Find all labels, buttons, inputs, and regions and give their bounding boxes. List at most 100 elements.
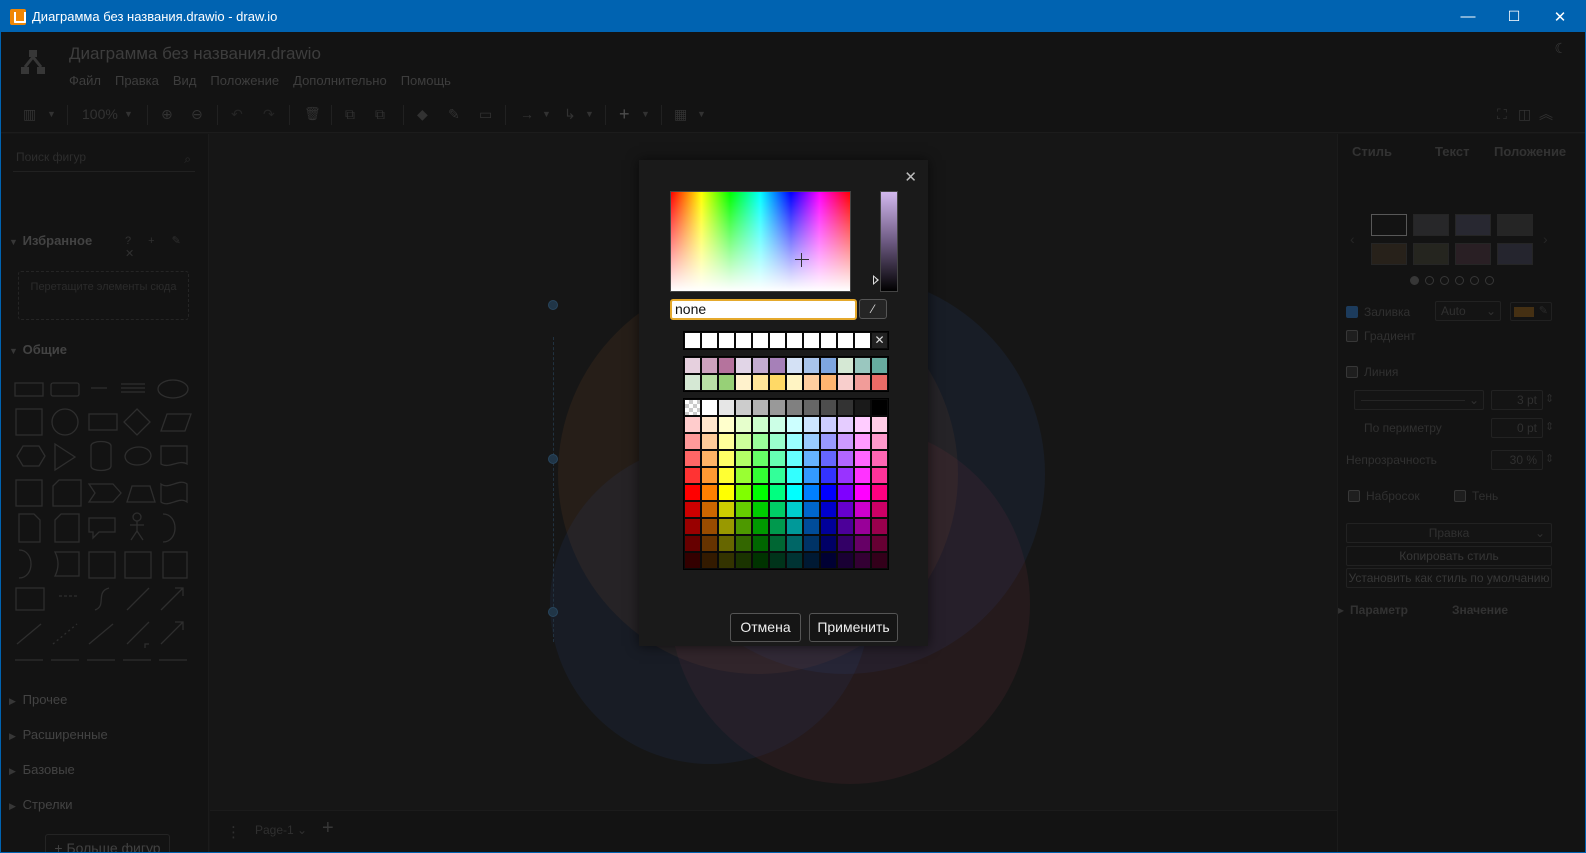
- picker-crosshair-icon[interactable]: [795, 253, 809, 267]
- recent-color-swatch[interactable]: [718, 332, 735, 349]
- palette-color-swatch[interactable]: [820, 416, 837, 433]
- palette-color-swatch[interactable]: [718, 467, 735, 484]
- palette-color-swatch[interactable]: [735, 552, 752, 569]
- cancel-button[interactable]: Отмена: [730, 613, 801, 642]
- palette-color-swatch[interactable]: [769, 552, 786, 569]
- palette-color-swatch[interactable]: [718, 501, 735, 518]
- palette-color-swatch[interactable]: [701, 501, 718, 518]
- maximize-button[interactable]: ☐: [1491, 1, 1537, 32]
- palette-color-swatch[interactable]: [854, 467, 871, 484]
- palette-color-swatch[interactable]: [837, 535, 854, 552]
- palette-color-swatch[interactable]: [854, 399, 871, 416]
- palette-color-swatch[interactable]: [871, 433, 888, 450]
- palette-color-swatch[interactable]: [701, 416, 718, 433]
- recent-color-swatch[interactable]: [803, 332, 820, 349]
- palette-color-swatch[interactable]: [786, 518, 803, 535]
- palette-color-swatch[interactable]: [752, 399, 769, 416]
- palette-color-swatch[interactable]: [752, 416, 769, 433]
- clear-color-icon[interactable]: ✕: [871, 332, 888, 349]
- palette-color-swatch[interactable]: [701, 535, 718, 552]
- palette-color-swatch[interactable]: [735, 416, 752, 433]
- palette-color-swatch[interactable]: [820, 467, 837, 484]
- palette-color-swatch[interactable]: [837, 484, 854, 501]
- palette-color-swatch[interactable]: [718, 535, 735, 552]
- color-hex-input[interactable]: none: [670, 299, 857, 320]
- palette-color-swatch[interactable]: [820, 433, 837, 450]
- palette-color-swatch[interactable]: [735, 484, 752, 501]
- palette-color-swatch[interactable]: [735, 501, 752, 518]
- palette-color-swatch[interactable]: [871, 416, 888, 433]
- palette-color-swatch[interactable]: [854, 535, 871, 552]
- palette-color-swatch[interactable]: [786, 450, 803, 467]
- preset-color-swatch[interactable]: [752, 374, 769, 391]
- palette-color-swatch[interactable]: [752, 518, 769, 535]
- brightness-slider-handle-icon[interactable]: [873, 275, 879, 285]
- palette-color-swatch[interactable]: [718, 450, 735, 467]
- palette-color-swatch[interactable]: [718, 399, 735, 416]
- palette-color-swatch[interactable]: [769, 399, 786, 416]
- recent-color-swatch[interactable]: [820, 332, 837, 349]
- palette-color-swatch[interactable]: [752, 450, 769, 467]
- palette-colors-grid[interactable]: [683, 398, 889, 570]
- palette-color-swatch[interactable]: [786, 501, 803, 518]
- palette-color-swatch[interactable]: [769, 535, 786, 552]
- palette-color-swatch[interactable]: [820, 399, 837, 416]
- palette-color-swatch[interactable]: [854, 416, 871, 433]
- palette-color-swatch[interactable]: [803, 484, 820, 501]
- color-saturation-picker[interactable]: [670, 191, 851, 292]
- palette-color-swatch[interactable]: [769, 416, 786, 433]
- palette-color-swatch[interactable]: [820, 518, 837, 535]
- preset-color-swatch[interactable]: [871, 357, 888, 374]
- palette-color-swatch[interactable]: [701, 450, 718, 467]
- palette-color-swatch[interactable]: [803, 552, 820, 569]
- palette-color-swatch[interactable]: [735, 518, 752, 535]
- brightness-slider[interactable]: [880, 191, 898, 292]
- palette-color-swatch[interactable]: [752, 484, 769, 501]
- recent-color-swatch[interactable]: [837, 332, 854, 349]
- palette-color-swatch[interactable]: [803, 450, 820, 467]
- palette-color-swatch[interactable]: [769, 450, 786, 467]
- preset-color-swatch[interactable]: [786, 357, 803, 374]
- preset-color-swatch[interactable]: [735, 374, 752, 391]
- palette-color-swatch[interactable]: [701, 518, 718, 535]
- preset-color-swatch[interactable]: [803, 357, 820, 374]
- palette-color-swatch[interactable]: [769, 433, 786, 450]
- palette-color-swatch[interactable]: [820, 450, 837, 467]
- preset-colors-grid[interactable]: [683, 356, 889, 392]
- palette-color-swatch[interactable]: [786, 552, 803, 569]
- palette-color-swatch[interactable]: [735, 450, 752, 467]
- palette-color-swatch[interactable]: [752, 433, 769, 450]
- palette-color-swatch[interactable]: [786, 416, 803, 433]
- palette-color-swatch[interactable]: [871, 467, 888, 484]
- palette-color-swatch[interactable]: [701, 467, 718, 484]
- palette-color-swatch[interactable]: [803, 467, 820, 484]
- apply-button[interactable]: Применить: [809, 613, 898, 642]
- palette-color-swatch[interactable]: [769, 467, 786, 484]
- palette-color-swatch[interactable]: [752, 535, 769, 552]
- palette-color-swatch[interactable]: [854, 518, 871, 535]
- palette-color-swatch[interactable]: [718, 433, 735, 450]
- preset-color-swatch[interactable]: [701, 374, 718, 391]
- recent-color-swatch[interactable]: [701, 332, 718, 349]
- palette-color-swatch[interactable]: [803, 518, 820, 535]
- palette-color-swatch[interactable]: [684, 552, 701, 569]
- palette-color-swatch[interactable]: [837, 518, 854, 535]
- preset-color-swatch[interactable]: [803, 374, 820, 391]
- palette-color-swatch[interactable]: [701, 399, 718, 416]
- palette-color-swatch[interactable]: [820, 552, 837, 569]
- palette-color-swatch[interactable]: [786, 484, 803, 501]
- palette-color-swatch[interactable]: [718, 416, 735, 433]
- palette-color-swatch[interactable]: [701, 433, 718, 450]
- preset-color-swatch[interactable]: [752, 357, 769, 374]
- dialog-close-icon[interactable]: ✕: [904, 170, 917, 185]
- preset-color-swatch[interactable]: [820, 374, 837, 391]
- recent-color-swatch[interactable]: [854, 332, 871, 349]
- palette-color-swatch[interactable]: [735, 399, 752, 416]
- eyedropper-icon[interactable]: ⁄: [859, 299, 887, 319]
- palette-color-swatch[interactable]: [684, 433, 701, 450]
- palette-color-swatch[interactable]: [718, 484, 735, 501]
- palette-color-swatch[interactable]: [871, 450, 888, 467]
- palette-color-swatch[interactable]: [786, 535, 803, 552]
- palette-color-swatch[interactable]: [684, 416, 701, 433]
- recent-color-swatch[interactable]: [684, 332, 701, 349]
